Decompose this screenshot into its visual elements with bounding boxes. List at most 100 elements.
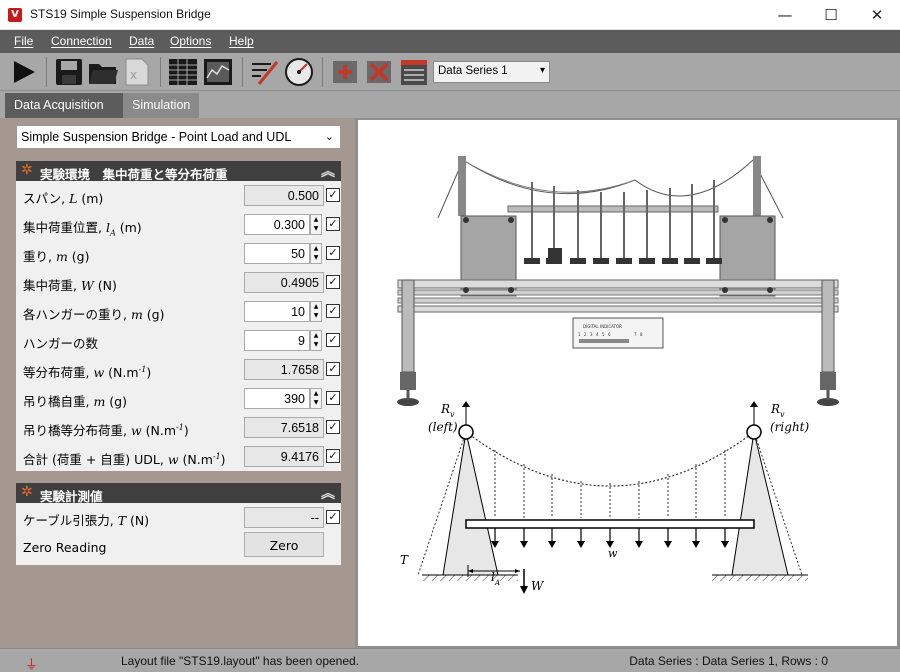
gear-icon: ✲ (21, 484, 33, 500)
udl-value-group: 1.7658 ✓ (244, 359, 340, 380)
bridge-self-weight-label-sym: m (93, 394, 106, 409)
data-series-select[interactable]: Data Series 1 ▾ (433, 61, 550, 83)
param-row-point-load: 集中荷重, W (N) 0.4905 ✓ (16, 268, 341, 297)
menu-help[interactable]: Help (229, 34, 254, 48)
toolbar-separator (160, 57, 161, 87)
total-udl-label-sym: w (167, 452, 179, 467)
total-udl-checkbox[interactable]: ✓ (326, 449, 340, 463)
mass-label: 重り, m (g) (23, 246, 89, 265)
hanger-mass-label-label: 各ハンガーの重り, (23, 307, 131, 322)
open-folder-icon[interactable] (87, 56, 119, 88)
menu-connection[interactable]: Connection (51, 34, 112, 48)
edit-icon[interactable] (249, 56, 281, 88)
bridge-self-weight-checkbox[interactable]: ✓ (326, 391, 340, 405)
total-udl-label-unit2: ) (220, 452, 226, 467)
load-position-checkbox[interactable]: ✓ (326, 217, 340, 231)
hanger-mass-checkbox[interactable]: ✓ (326, 304, 340, 318)
diagram-panel: DIGITAL INDICATOR 1 2 3 4 5 6 7 8 R v (l… (355, 118, 900, 648)
cable-tension-checkbox[interactable]: ✓ (326, 510, 340, 524)
point-load-label-sym: W (80, 278, 94, 293)
param-row-load-position: 集中荷重位置, lA (m) 0.300 ▲ ▼ ✓ (16, 210, 341, 239)
bridge-udl-label-sym: w (130, 423, 142, 438)
mass-stepper[interactable]: ▲ ▼ (310, 243, 322, 264)
bridge-self-weight-value[interactable]: 390 (244, 388, 310, 409)
hanger-count-checkbox[interactable]: ✓ (326, 333, 340, 347)
point-load-label-label: 集中荷重, (23, 278, 81, 293)
data-series-select-value: Data Series 1 (438, 65, 508, 77)
mass-value[interactable]: 50 (244, 243, 310, 264)
bridge-self-weight-label-unit: (g) (105, 394, 127, 409)
param-row-bridge-self-weight: 吊り橋自重, m (g) 390 ▲ ▼ ✓ (16, 384, 341, 413)
add-series-icon[interactable] (330, 56, 362, 88)
play-icon[interactable] (8, 56, 40, 88)
experiment-select[interactable]: Simple Suspension Bridge - Point Load an… (16, 125, 341, 149)
bridge-self-weight-stepper[interactable]: ▲ ▼ (310, 388, 322, 409)
tab-simulation[interactable]: Simulation (123, 93, 199, 118)
reaction-left-side: (left) (428, 420, 458, 434)
load-position-stepper[interactable]: ▲ ▼ (310, 214, 322, 235)
reaction-right-label: R (770, 402, 780, 416)
hanger-count-label-label: ハンガーの数 (23, 336, 99, 351)
load-position-value[interactable]: 0.300 (244, 214, 310, 235)
menu-file[interactable]: File (14, 34, 33, 48)
bridge-udl-label-sup: -1 (176, 422, 184, 432)
param-row-hanger-count: ハンガーの数 9 ▲ ▼ ✓ (16, 326, 341, 355)
bridge-udl-value-group: 7.6518 ✓ (244, 417, 340, 438)
toolbar-separator (242, 57, 243, 87)
section-header-environment[interactable]: ✲ 実験環境 集中荷重と等分布荷重 ︽ (16, 161, 341, 182)
chart-view-icon[interactable] (202, 56, 234, 88)
cable-tension-value-group: -- ✓ (244, 507, 340, 528)
cable-tension-label-label: ケーブル引張力, (23, 513, 118, 528)
hanger-count-value[interactable]: 9 (244, 330, 310, 351)
param-row-hanger-mass: 各ハンガーの重り, m (g) 10 ▲ ▼ ✓ (16, 297, 341, 326)
param-row-mass: 重り, m (g) 50 ▲ ▼ ✓ (16, 239, 341, 268)
tab-data-acquisition[interactable]: Data Acquisition (5, 93, 123, 118)
span-checkbox[interactable]: ✓ (326, 188, 340, 202)
indicator-panel-label: DIGITAL INDICATOR (583, 324, 622, 329)
section-title-measurements: 実験計測値 (40, 489, 103, 504)
hanger-mass-label: 各ハンガーの重り, m (g) (23, 304, 164, 323)
table-view-icon[interactable] (167, 56, 199, 88)
zero-button[interactable]: Zero (244, 532, 324, 557)
gauge-icon[interactable] (283, 56, 315, 88)
collapse-icon[interactable]: ︽ (321, 483, 335, 503)
minimize-button[interactable]: — (762, 0, 808, 30)
bridge-udl-checkbox[interactable]: ✓ (326, 420, 340, 434)
section-title-environment: 実験環境 集中荷重と等分布荷重 (40, 167, 228, 182)
tab-bar: Data Acquisition Simulation (0, 91, 900, 118)
hanger-count-stepper[interactable]: ▲ ▼ (310, 330, 322, 351)
menu-data[interactable]: Data (129, 34, 154, 48)
section-header-measurements[interactable]: ✲ 実験計測値 ︽ (16, 483, 341, 504)
hanger-mass-stepper[interactable]: ▲ ▼ (310, 301, 322, 322)
maximize-button[interactable]: ☐ (808, 0, 854, 30)
total-udl-label-sup: -1 (212, 451, 221, 461)
reaction-left-label: R (440, 402, 450, 416)
bridge-udl-label-unit2: ) (183, 423, 189, 438)
udl-checkbox[interactable]: ✓ (326, 362, 340, 376)
save-icon[interactable] (53, 56, 85, 88)
hanger-mass-value[interactable]: 10 (244, 301, 310, 322)
toolbar: x Data Series 1 ▾ (0, 53, 900, 91)
series-table-icon[interactable] (398, 56, 430, 88)
tension-label: T (400, 553, 409, 567)
apparatus-illustration: DIGITAL INDICATOR 1 2 3 4 5 6 7 8 (397, 156, 839, 406)
point-load-checkbox[interactable]: ✓ (326, 275, 340, 289)
mass-label-label: 重り, (23, 249, 56, 264)
menu-options[interactable]: Options (170, 34, 211, 48)
load-position-label: 集中荷重位置, lA (m) (23, 217, 142, 238)
experiment-select-value: Simple Suspension Bridge - Point Load an… (21, 130, 292, 144)
mass-checkbox[interactable]: ✓ (326, 246, 340, 260)
status-series: Data Series : Data Series 1, Rows : 0 (629, 654, 828, 668)
status-bar: ⏚ Layout file "STS19.layout" has been op… (0, 648, 900, 672)
span-value: 0.500 (244, 185, 324, 206)
close-button[interactable]: ✕ (854, 0, 900, 30)
hanger-count-value-group: 9 ▲ ▼ ✓ (244, 330, 340, 351)
bridge-schematic (417, 401, 808, 594)
delete-series-icon[interactable] (364, 56, 396, 88)
point-load-value-group: 0.4905 ✓ (244, 272, 340, 293)
export-excel-icon[interactable]: x (121, 56, 153, 88)
collapse-icon[interactable]: ︽ (321, 161, 335, 181)
chevron-down-icon: ⌄ (324, 131, 334, 143)
status-message: Layout file "STS19.layout" has been open… (121, 654, 360, 668)
span-label-unit: (m) (77, 191, 104, 206)
